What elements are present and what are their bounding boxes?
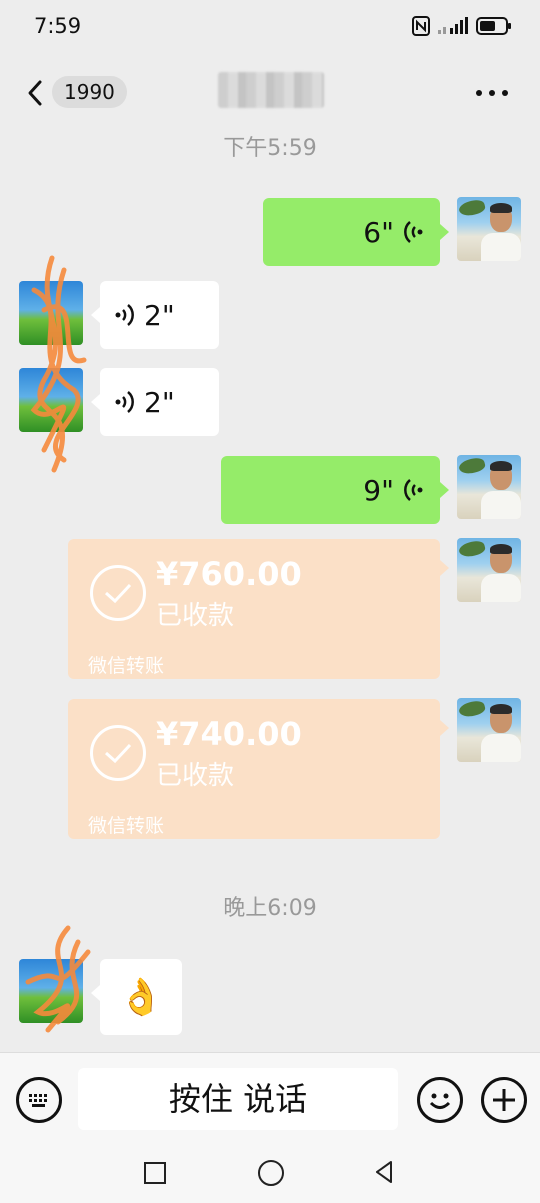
- home-button[interactable]: [258, 1160, 284, 1186]
- nfc-icon: [412, 16, 430, 36]
- transfer-status: 已收款: [156, 601, 235, 631]
- transfer-amount: ¥760.00: [156, 555, 302, 593]
- emoji-icon: [429, 1093, 451, 1109]
- bubble-tail: [440, 224, 449, 240]
- my-avatar[interactable]: [457, 455, 521, 519]
- back-nav-button[interactable]: [374, 1160, 394, 1184]
- unread-count-badge[interactable]: 1990: [52, 76, 127, 108]
- voice-duration: 6": [363, 215, 394, 249]
- more-options-icon[interactable]: [476, 90, 508, 96]
- back-icon[interactable]: [22, 78, 52, 108]
- voice-duration: 2": [144, 298, 175, 332]
- voice-message-sent[interactable]: 6": [263, 198, 440, 266]
- transfer-card[interactable]: ¥760.00 已收款 微信转账: [68, 539, 440, 679]
- voice-duration: 9": [363, 473, 394, 507]
- voice-wave-icon: [404, 221, 423, 243]
- check-circle-icon: [90, 565, 146, 621]
- transfer-label: 微信转账: [88, 655, 165, 677]
- voice-message-sent[interactable]: 9": [221, 456, 440, 524]
- plus-icon: [493, 1089, 515, 1111]
- status-icons: [412, 16, 512, 36]
- signal-icon: [438, 17, 468, 34]
- voice-message-received[interactable]: 2": [100, 368, 219, 436]
- emoji-message[interactable]: 👌: [100, 959, 182, 1035]
- status-time: 7:59: [34, 14, 82, 38]
- bubble-tail: [91, 307, 100, 323]
- contact-avatar[interactable]: [19, 368, 83, 432]
- battery-icon: [476, 17, 511, 35]
- voice-wave-icon: [404, 479, 423, 501]
- bubble-tail: [91, 394, 100, 410]
- my-avatar[interactable]: [457, 197, 521, 261]
- my-avatar[interactable]: [457, 538, 521, 602]
- voice-wave-icon: [115, 391, 134, 413]
- timestamp: 下午5:59: [223, 136, 317, 161]
- ok-hand-emoji: 👌: [118, 977, 164, 1018]
- keyboard-icon: [29, 1094, 47, 1107]
- keyboard-toggle-button[interactable]: [16, 1077, 62, 1123]
- transfer-amount: ¥740.00: [156, 715, 302, 753]
- transfer-status: 已收款: [156, 761, 235, 791]
- voice-message-received[interactable]: 2": [100, 281, 219, 349]
- check-circle-icon: [90, 725, 146, 781]
- hold-to-talk-button[interactable]: 按住 说话: [78, 1068, 398, 1130]
- transfer-card[interactable]: ¥740.00 已收款 微信转账: [68, 699, 440, 839]
- recent-apps-button[interactable]: [144, 1162, 166, 1184]
- bubble-tail: [91, 985, 100, 1001]
- more-functions-button[interactable]: [481, 1077, 527, 1123]
- voice-duration: 2": [144, 385, 175, 419]
- contact-avatar[interactable]: [19, 959, 83, 1023]
- emoji-button[interactable]: [417, 1077, 463, 1123]
- bubble-tail: [440, 560, 449, 576]
- transfer-label: 微信转账: [88, 815, 165, 837]
- chat-title-blurred: [218, 72, 324, 108]
- contact-avatar[interactable]: [19, 281, 83, 345]
- my-avatar[interactable]: [457, 698, 521, 762]
- bubble-tail: [440, 482, 449, 498]
- bubble-tail: [440, 720, 449, 736]
- voice-wave-icon: [115, 304, 134, 326]
- timestamp: 晚上6:09: [223, 896, 317, 921]
